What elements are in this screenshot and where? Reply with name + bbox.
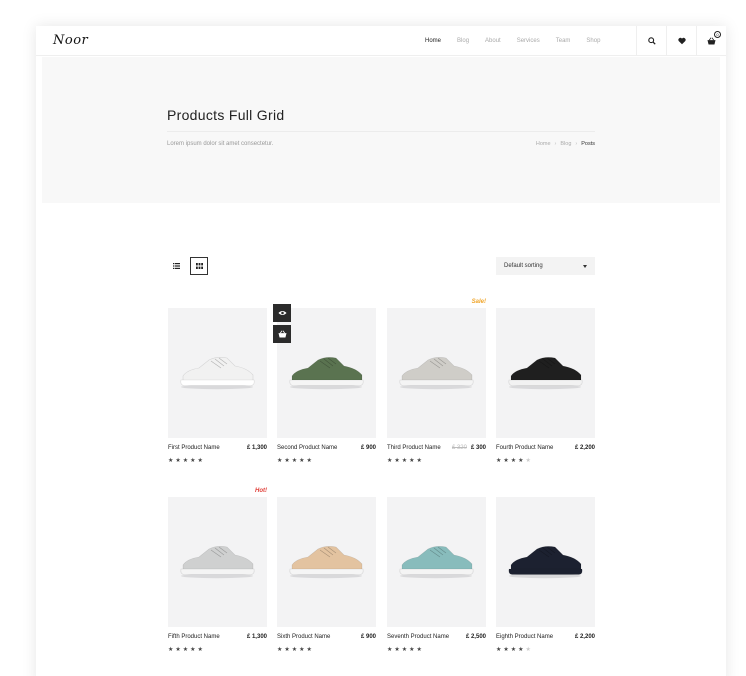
product-card[interactable]: Fourth Product Name £ 2,200 ★★★★★: [496, 308, 595, 464]
product-name[interactable]: Seventh Product Name: [387, 634, 449, 640]
product-tag: Hot!: [255, 488, 267, 494]
search-button[interactable]: [636, 26, 666, 56]
product-card[interactable]: Second Product Name £ 900 ★★★★★: [277, 308, 376, 464]
quick-add-to-cart-button[interactable]: [273, 325, 291, 343]
nav-team[interactable]: Team: [556, 38, 571, 44]
product-card[interactable]: Seventh Product Name £ 2,500 ★★★★★: [387, 497, 486, 653]
nav-shop[interactable]: Shop: [586, 38, 600, 44]
star-rating-icon: ★★★★★: [277, 458, 314, 464]
product-price: £ 900: [361, 445, 376, 451]
quick-view-button[interactable]: [273, 304, 291, 322]
logo[interactable]: Noor: [53, 33, 88, 48]
product-image: [180, 546, 255, 579]
product-card[interactable]: Eighth Product Name £ 2,200 ★★★★★: [496, 497, 595, 653]
nav-about[interactable]: About: [485, 38, 501, 44]
nav-home[interactable]: Home: [425, 38, 441, 44]
chevron-right-icon: ›: [575, 141, 578, 147]
sort-label: Default sorting: [504, 263, 543, 269]
product-image: [508, 546, 583, 579]
product-image: [180, 357, 255, 390]
product-tag: Sale!: [471, 299, 486, 305]
product-thumbnail[interactable]: [277, 497, 376, 627]
list-view-button[interactable]: [167, 257, 185, 275]
wishlist-button[interactable]: [666, 26, 696, 56]
product-old-price: £ 320: [451, 445, 467, 451]
eye-icon: [277, 310, 287, 316]
page-frame: Noor Home Blog About Services Team Shop: [36, 26, 726, 676]
star-rating-icon: ★★★★★: [277, 647, 314, 653]
star-rating-icon: ★★★★★: [496, 647, 533, 653]
caret-down-icon: [583, 265, 587, 268]
product-current-price: £ 900: [360, 445, 376, 451]
grid-view-button[interactable]: [190, 257, 208, 275]
product-image: [399, 546, 474, 579]
product-current-price: £ 2,500: [465, 634, 486, 640]
nav-blog[interactable]: Blog: [457, 38, 469, 44]
product-price: £ 2,500: [466, 634, 486, 640]
page-subtitle: Lorem ipsum dolor sit amet consectetur.: [167, 141, 274, 147]
product-card[interactable]: Sale! Third Product Name £ 320 £ 300 ★★★★…: [387, 299, 486, 464]
product-current-price: £ 2,200: [574, 634, 595, 640]
product-name[interactable]: First Product Name: [168, 445, 220, 451]
basket-icon: [278, 330, 286, 338]
hero-divider: [167, 131, 595, 132]
product-thumbnail[interactable]: [496, 497, 595, 627]
product-image: [508, 357, 583, 390]
product-current-price: £ 900: [360, 634, 376, 640]
star-rating-icon: ★★★★★: [496, 458, 533, 464]
site-header: Noor Home Blog About Services Team Shop: [36, 26, 726, 56]
product-current-price: £ 2,200: [574, 445, 595, 451]
product-price: £ 2,200: [575, 445, 595, 451]
product-image: [289, 546, 364, 579]
heart-icon: [677, 37, 686, 45]
breadcrumb-current: Posts: [581, 141, 595, 147]
product-price: £ 1,300: [247, 634, 267, 640]
chevron-right-icon: ›: [554, 141, 557, 147]
basket-icon: [707, 37, 716, 45]
star-rating-icon: ★★★★★: [387, 647, 424, 653]
product-name[interactable]: Fifth Product Name: [168, 634, 220, 640]
product-name[interactable]: Second Product Name: [277, 445, 337, 451]
star-rating-icon: ★★★★★: [168, 647, 205, 653]
product-image: [399, 357, 474, 390]
product-card[interactable]: Sixth Product Name £ 900 ★★★★★: [277, 497, 376, 653]
grid-icon: [195, 263, 203, 269]
product-thumbnail[interactable]: [387, 497, 486, 627]
product-price: £ 320 £ 300: [452, 445, 486, 451]
product-name[interactable]: Fourth Product Name: [496, 445, 553, 451]
product-image: [289, 357, 364, 390]
product-current-price: £ 1,300: [246, 634, 267, 640]
page-title: Products Full Grid: [167, 107, 285, 123]
product-thumbnail[interactable]: [277, 308, 376, 438]
product-card[interactable]: First Product Name £ 1,300 ★★★★★: [168, 308, 267, 464]
list-icon: [172, 263, 180, 269]
product-current-price: £ 300: [470, 445, 486, 451]
header-actions: 0: [636, 26, 726, 56]
breadcrumb-home[interactable]: Home: [536, 141, 551, 147]
product-price: £ 900: [361, 634, 376, 640]
product-name[interactable]: Third Product Name: [387, 445, 441, 451]
nav-services[interactable]: Services: [517, 38, 540, 44]
sort-select[interactable]: Default sorting: [496, 257, 595, 275]
product-thumbnail[interactable]: [496, 308, 595, 438]
page-hero: Products Full Grid Lorem ipsum dolor sit…: [42, 57, 720, 203]
product-price: £ 1,300: [247, 445, 267, 451]
star-rating-icon: ★★★★★: [387, 458, 424, 464]
product-thumbnail[interactable]: [387, 308, 486, 438]
product-price: £ 2,200: [575, 634, 595, 640]
search-icon: [647, 37, 656, 45]
main-nav: Home Blog About Services Team Shop: [425, 38, 616, 44]
product-name[interactable]: Sixth Product Name: [277, 634, 330, 640]
product-name[interactable]: Eighth Product Name: [496, 634, 553, 640]
product-thumbnail[interactable]: [168, 497, 267, 627]
cart-count-badge: 0: [714, 31, 721, 38]
product-thumbnail[interactable]: [168, 308, 267, 438]
breadcrumb: Home › Blog › Posts: [536, 141, 595, 147]
cart-button[interactable]: 0: [696, 26, 726, 56]
breadcrumb-blog[interactable]: Blog: [560, 141, 571, 147]
star-rating-icon: ★★★★★: [168, 458, 205, 464]
product-current-price: £ 1,300: [246, 445, 267, 451]
product-card[interactable]: Hot! Fifth Product Name £ 1,300 ★★★★★: [168, 488, 267, 653]
